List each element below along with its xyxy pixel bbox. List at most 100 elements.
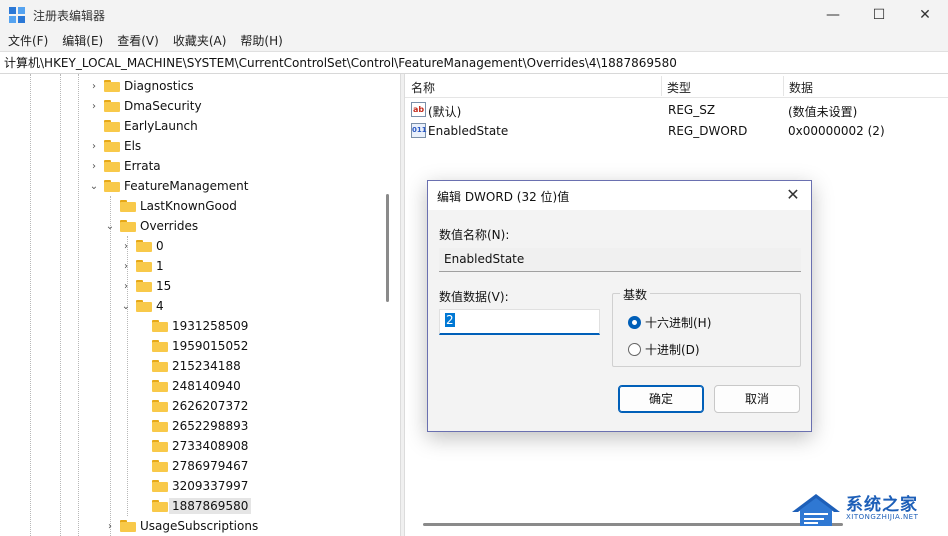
- chevron-right-icon[interactable]: ›: [88, 161, 100, 172]
- window-controls: — ☐ ✕: [810, 0, 948, 30]
- tree-item[interactable]: › DmaSecurity: [88, 96, 202, 116]
- tree-item[interactable]: 215234188: [136, 356, 241, 376]
- radio-unchecked-icon[interactable]: [628, 343, 641, 356]
- tree-item[interactable]: › UsageSubscriptions: [104, 516, 258, 536]
- tree-item[interactable]: › 0: [120, 236, 164, 256]
- list-scrollbar[interactable]: [423, 523, 843, 526]
- tree-item-label: 1931258509: [172, 319, 249, 333]
- tree-item[interactable]: 248140940: [136, 376, 241, 396]
- tree-item[interactable]: › Diagnostics: [88, 76, 194, 96]
- tree-item[interactable]: 3209337997: [136, 476, 248, 496]
- maximize-button[interactable]: ☐: [856, 0, 902, 30]
- tree-item-label: EarlyLaunch: [124, 119, 198, 133]
- chevron-down-icon[interactable]: ⌄: [120, 301, 132, 312]
- folder-icon: [120, 520, 136, 532]
- column-name[interactable]: 名称: [411, 79, 435, 96]
- tree-scrollbar[interactable]: [386, 194, 389, 302]
- tree-item-label: FeatureManagement: [124, 179, 249, 193]
- folder-icon: [152, 340, 168, 352]
- menu-view[interactable]: 查看(V): [117, 32, 159, 49]
- chevron-down-icon[interactable]: ⌄: [88, 181, 100, 192]
- tree-item[interactable]: EarlyLaunch: [88, 116, 198, 136]
- radio-decimal[interactable]: 十进制(D): [628, 341, 700, 358]
- tree-item-label: 4: [156, 299, 164, 313]
- folder-icon: [136, 240, 152, 252]
- chevron-right-icon[interactable]: ›: [120, 261, 132, 272]
- column-type[interactable]: 类型: [667, 79, 691, 96]
- dialog-close-icon[interactable]: ✕: [783, 185, 803, 205]
- tree-item[interactable]: 1931258509: [136, 316, 248, 336]
- tree-item-label: 1959015052: [172, 339, 249, 353]
- tree-guide-line: [78, 74, 79, 536]
- menu-favorites[interactable]: 收藏夹(A): [173, 32, 227, 49]
- list-header: 名称 类型 数据: [405, 74, 948, 98]
- tree-item-label: 248140940: [172, 379, 241, 393]
- address-bar[interactable]: 计算机\HKEY_LOCAL_MACHINE\SYSTEM\CurrentCon…: [0, 51, 948, 74]
- tree-item-label: Els: [124, 139, 142, 153]
- tree-item-selected[interactable]: 1887869580: [136, 496, 252, 516]
- column-data[interactable]: 数据: [789, 79, 813, 96]
- tree-item[interactable]: 2786979467: [136, 456, 248, 476]
- tree-item-label: 15: [156, 279, 172, 293]
- folder-icon: [120, 200, 136, 212]
- tree-item[interactable]: 2626207372: [136, 396, 248, 416]
- binary-value-icon: 011: [411, 123, 427, 138]
- tree-item[interactable]: › 1: [120, 256, 164, 276]
- list-row[interactable]: 011 EnabledState REG_DWORD 0x00000002 (2…: [405, 121, 948, 141]
- dialog-title-bar: 编辑 DWORD (32 位)值 ✕: [428, 181, 811, 210]
- chevron-right-icon[interactable]: ›: [88, 101, 100, 112]
- value-type: REG_DWORD: [668, 124, 748, 138]
- close-button[interactable]: ✕: [902, 0, 948, 30]
- dialog-title: 编辑 DWORD (32 位)值: [437, 190, 570, 204]
- folder-icon: [152, 480, 168, 492]
- house-logo-icon: [792, 494, 840, 526]
- folder-icon: [104, 100, 120, 112]
- column-separator[interactable]: [661, 76, 662, 96]
- tree-item[interactable]: › Errata: [88, 156, 161, 176]
- tree-guide-line: [60, 74, 61, 536]
- chevron-right-icon[interactable]: ›: [120, 281, 132, 292]
- chevron-right-icon[interactable]: ›: [120, 241, 132, 252]
- value-name-label: 数值名称(N):: [439, 228, 510, 242]
- tree-item[interactable]: ⌄ Overrides: [104, 216, 198, 236]
- tree-item-label: 215234188: [172, 359, 241, 373]
- menu-edit[interactable]: 编辑(E): [62, 32, 103, 49]
- minimize-button[interactable]: —: [810, 0, 856, 30]
- tree-item[interactable]: ⌄ 4: [120, 296, 164, 316]
- tree-item[interactable]: › Els: [88, 136, 141, 156]
- chevron-right-icon[interactable]: ›: [88, 141, 100, 152]
- value-data: (数值未设置): [788, 105, 858, 119]
- cancel-button[interactable]: 取消: [714, 385, 800, 413]
- base-label: 基数: [620, 286, 651, 303]
- list-row[interactable]: ab (默认) REG_SZ (数值未设置): [405, 100, 948, 120]
- tree-item-label: 1: [156, 259, 164, 273]
- tree-item-label: DmaSecurity: [124, 99, 202, 113]
- folder-icon: [152, 460, 168, 472]
- tree-item[interactable]: 1959015052: [136, 336, 248, 356]
- radio-checked-icon[interactable]: [628, 316, 641, 329]
- chevron-right-icon[interactable]: ›: [88, 81, 100, 92]
- menu-help[interactable]: 帮助(H): [240, 32, 282, 49]
- radio-hex[interactable]: 十六进制(H): [628, 314, 711, 331]
- tree-guide-line: [110, 196, 111, 536]
- folder-icon: [152, 500, 168, 512]
- tree-item[interactable]: ⌄ FeatureManagement: [88, 176, 249, 196]
- value-data-label: 数值数据(V):: [439, 290, 509, 304]
- ok-button[interactable]: 确定: [618, 385, 704, 413]
- tree-item[interactable]: 2733408908: [136, 436, 248, 456]
- chevron-down-icon[interactable]: ⌄: [104, 221, 116, 232]
- value-name: EnabledState: [428, 124, 509, 138]
- menu-file[interactable]: 文件(F): [8, 32, 48, 49]
- tree-item-label: 1887869580: [169, 498, 252, 514]
- value-data-input[interactable]: 2: [439, 309, 600, 335]
- chevron-right-icon[interactable]: ›: [104, 521, 116, 532]
- tree-item-label: Errata: [124, 159, 161, 173]
- tree-item[interactable]: › 15: [120, 276, 171, 296]
- edit-dword-dialog: 编辑 DWORD (32 位)值 ✕ 数值名称(N): EnabledState…: [427, 180, 812, 432]
- tree-item[interactable]: LastKnownGood: [104, 196, 237, 216]
- tree-item-label: 3209337997: [172, 479, 249, 493]
- tree-item-label: 2733408908: [172, 439, 249, 453]
- column-separator[interactable]: [783, 76, 784, 96]
- folder-icon: [136, 280, 152, 292]
- tree-item[interactable]: 2652298893: [136, 416, 248, 436]
